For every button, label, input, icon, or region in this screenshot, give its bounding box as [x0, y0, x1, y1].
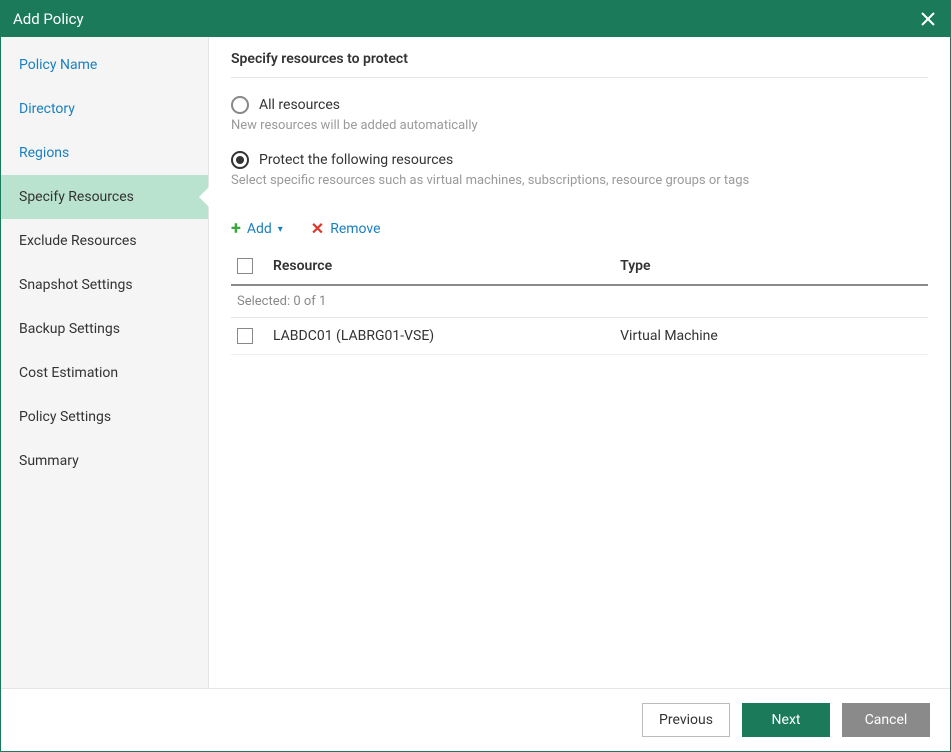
sidebar-item-policy-settings[interactable]: Policy Settings [1, 395, 208, 439]
plus-icon: + [231, 220, 241, 238]
dialog-body: Policy Name Directory Regions Specify Re… [1, 37, 950, 688]
close-icon[interactable] [918, 9, 938, 29]
next-button[interactable]: Next [742, 703, 830, 737]
cell-resource: LABDC01 (LABRG01-VSE) [273, 328, 620, 344]
sidebar-item-backup-settings[interactable]: Backup Settings [1, 307, 208, 351]
header-type[interactable]: Type [620, 258, 922, 274]
cancel-button[interactable]: Cancel [842, 703, 930, 737]
page-title: Specify resources to protect [231, 51, 928, 78]
radio-label: Protect the following resources [259, 152, 453, 168]
x-icon: ✕ [311, 221, 324, 237]
sidebar-item-policy-name[interactable]: Policy Name [1, 43, 208, 87]
sidebar-item-snapshot-settings[interactable]: Snapshot Settings [1, 263, 208, 307]
table-header: Resource Type [231, 248, 928, 286]
sidebar-item-exclude-resources[interactable]: Exclude Resources [1, 219, 208, 263]
selected-count: Selected: 0 of 1 [231, 286, 928, 318]
row-checkbox[interactable] [237, 328, 253, 344]
sidebar-item-regions[interactable]: Regions [1, 131, 208, 175]
option-all-resources: All resources New resources will be adde… [231, 96, 928, 133]
select-all-checkbox[interactable] [237, 258, 253, 274]
radio-protect-following[interactable]: Protect the following resources [231, 151, 928, 169]
sidebar-item-directory[interactable]: Directory [1, 87, 208, 131]
option-specific-help: Select specific resources such as virtua… [231, 173, 928, 188]
main-panel: Specify resources to protect All resourc… [209, 37, 950, 688]
dialog-footer: Previous Next Cancel [1, 688, 950, 751]
cell-type: Virtual Machine [620, 328, 922, 344]
sidebar-item-specify-resources[interactable]: Specify Resources [1, 175, 208, 219]
radio-icon [231, 151, 249, 169]
radio-icon [231, 96, 249, 114]
remove-label: Remove [330, 221, 380, 237]
add-label: Add [247, 221, 272, 237]
remove-button[interactable]: ✕ Remove [311, 220, 381, 238]
dialog-title: Add Policy [13, 10, 918, 28]
chevron-down-icon: ▾ [278, 224, 283, 235]
previous-button[interactable]: Previous [642, 703, 730, 737]
table-row[interactable]: LABDC01 (LABRG01-VSE) Virtual Machine [231, 318, 928, 355]
option-protect-following: Protect the following resources Select s… [231, 151, 928, 188]
radio-label: All resources [259, 97, 340, 113]
add-policy-dialog: Add Policy Policy Name Directory Regions… [0, 0, 951, 752]
add-button[interactable]: + Add ▾ [231, 220, 283, 238]
radio-all-resources[interactable]: All resources [231, 96, 928, 114]
sidebar-item-cost-estimation[interactable]: Cost Estimation [1, 351, 208, 395]
resource-toolbar: + Add ▾ ✕ Remove [231, 220, 928, 238]
wizard-sidebar: Policy Name Directory Regions Specify Re… [1, 37, 209, 688]
option-all-help: New resources will be added automaticall… [231, 118, 928, 133]
sidebar-item-summary[interactable]: Summary [1, 439, 208, 483]
titlebar: Add Policy [1, 1, 950, 37]
header-resource[interactable]: Resource [273, 258, 620, 274]
resource-table: Resource Type Selected: 0 of 1 LABDC01 (… [231, 248, 928, 355]
